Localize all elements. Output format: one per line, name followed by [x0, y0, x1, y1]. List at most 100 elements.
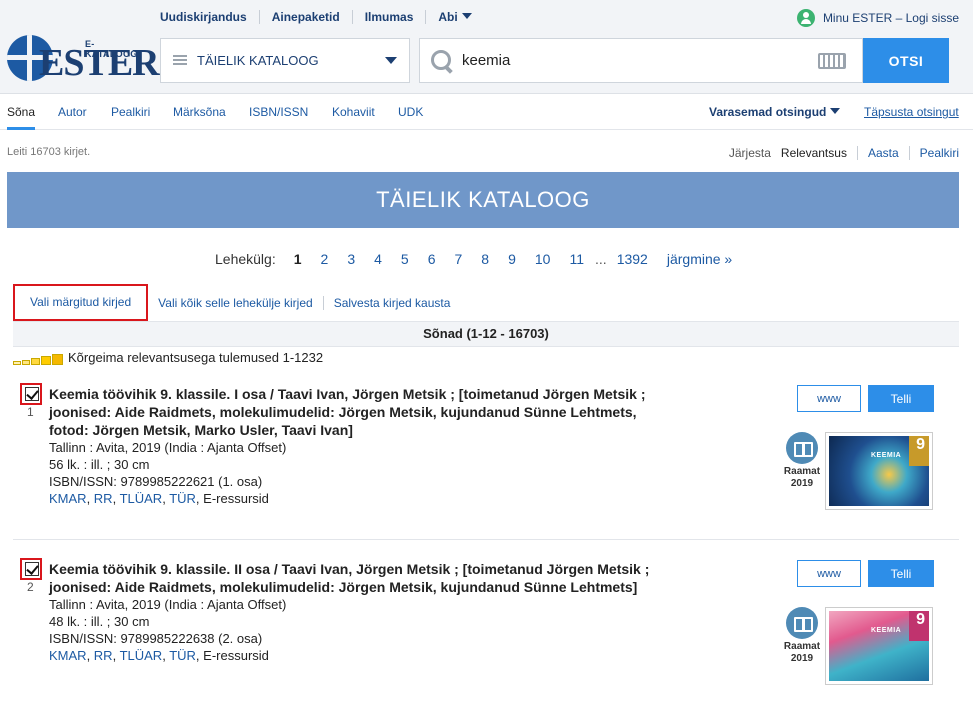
cover-title: KEEMIA: [871, 627, 902, 634]
search-button[interactable]: OTSI: [863, 38, 949, 83]
page-link[interactable]: 2: [321, 251, 329, 267]
page-link-current[interactable]: 1: [294, 251, 302, 267]
relevance-bar-icon: [41, 356, 51, 365]
tab-title[interactable]: Pealkiri: [111, 105, 150, 119]
page-link[interactable]: 8: [481, 251, 489, 267]
result-record: 2 Keemia töövihik 9. klassile. II osa / …: [13, 550, 959, 717]
material-year: 2019: [790, 478, 814, 489]
e-resources-label: E-ressursid: [203, 648, 269, 663]
page-link[interactable]: 11: [569, 251, 584, 267]
catalog-banner: TÄIELIK KATALOOG: [7, 172, 959, 228]
previous-searches-dropdown[interactable]: Varasemad otsingud: [709, 105, 841, 119]
search-box: [419, 38, 863, 83]
page-link[interactable]: 9: [508, 251, 516, 267]
holding-link[interactable]: KMAR: [49, 491, 87, 506]
record-holdings: KMAR, RR, TLÜAR, TÜR, E-ressursid: [49, 491, 269, 506]
holding-link[interactable]: TLÜAR: [120, 491, 163, 506]
record-checkbox[interactable]: [25, 387, 39, 401]
holding-link[interactable]: KMAR: [49, 648, 87, 663]
user-icon: [796, 9, 815, 27]
previous-searches-label: Varasemad otsingud: [709, 105, 827, 119]
relevance-bar-icon: [31, 358, 40, 365]
logo-title: ESTER: [39, 42, 160, 84]
www-button[interactable]: www: [797, 385, 861, 412]
record-checkbox-highlight: [20, 383, 42, 405]
page-link[interactable]: 10: [535, 251, 551, 267]
tab-udc[interactable]: UDK: [398, 105, 423, 119]
sort-year[interactable]: Aasta: [856, 146, 909, 160]
book-cover-image[interactable]: KEEMIA 9: [825, 432, 933, 510]
search-icon: [430, 49, 454, 73]
catalog-select-value: TÄIELIK KATALOOG: [197, 53, 319, 68]
sort-title[interactable]: Pealkiri: [908, 146, 959, 160]
refine-search-link[interactable]: Täpsusta otsingut: [864, 105, 959, 119]
cover-grade: 9: [916, 436, 925, 453]
cover-title: KEEMIA: [871, 452, 902, 459]
nav-subject-packages[interactable]: Ainepaketid: [258, 10, 352, 24]
record-publisher: Tallinn : Avita, 2019 (India : Ajanta Of…: [49, 597, 287, 612]
tab-call-number[interactable]: Kohaviit: [332, 105, 375, 119]
book-cover-image[interactable]: KEEMIA 9: [825, 607, 933, 685]
cover-grade: 9: [916, 611, 925, 628]
save-to-folder-button[interactable]: Salvesta kirjed kausta: [322, 295, 461, 310]
material-type: Raamat 2019: [773, 641, 831, 665]
sort-options: Järjesta Relevantsus Aasta Pealkiri: [729, 146, 959, 160]
result-record: 1 Keemia töövihik 9. klassile. I osa / T…: [13, 375, 959, 540]
record-holdings: KMAR, RR, TLÜAR, TÜR, E-ressursid: [49, 648, 269, 663]
page-link-last[interactable]: 1392: [617, 251, 648, 267]
ester-logo[interactable]: E-KATALOOG ESTER: [7, 35, 160, 85]
holding-link[interactable]: RR: [94, 648, 113, 663]
catalog-select[interactable]: TÄIELIK KATALOOG: [160, 38, 410, 83]
select-marked-button[interactable]: Vali märgitud kirjed: [13, 284, 149, 321]
holding-link[interactable]: RR: [94, 491, 113, 506]
record-extent: 48 lk. : ill. ; 30 cm: [49, 614, 150, 629]
nav-help[interactable]: Abi: [425, 10, 483, 24]
search-type-tabs: Sõna Autor Pealkiri Märksõna ISBN/ISSN K…: [0, 94, 973, 130]
relevance-indicator: Kõrgeima relevantsusega tulemused 1-1232: [13, 350, 323, 365]
page-link[interactable]: 3: [347, 251, 355, 267]
relevance-label: Kõrgeima relevantsusega tulemused 1-1232: [68, 350, 324, 365]
results-group-header: Sõnad (1-12 - 16703): [13, 321, 959, 347]
pager-label: Lehekülg:: [215, 251, 276, 267]
record-isbn: ISBN/ISSN: 9789985222638 (2. osa): [49, 631, 263, 646]
e-resources-label: E-ressursid: [203, 491, 269, 506]
holding-link[interactable]: TLÜAR: [120, 648, 163, 663]
page-link-next[interactable]: järgmine »: [667, 251, 732, 267]
record-number: 2: [27, 580, 34, 594]
tab-word[interactable]: Sõna: [7, 105, 35, 119]
sort-relevance[interactable]: Relevantsus: [781, 146, 857, 160]
pagination: Lehekülg: 1 2 3 4 5 6 7 8 9 10 11 ... 13…: [215, 251, 751, 267]
record-title-link[interactable]: Keemia töövihik 9. klassile. I osa / Taa…: [49, 385, 669, 439]
material-type: Raamat 2019: [773, 466, 831, 490]
pager-ellipsis: ...: [595, 251, 607, 267]
material-type-label: Raamat: [783, 466, 821, 477]
keyboard-icon[interactable]: [818, 52, 846, 69]
order-button[interactable]: Telli: [868, 385, 934, 412]
nav-new-literature[interactable]: Uudiskirjandus: [160, 10, 259, 24]
record-checkbox[interactable]: [25, 562, 39, 576]
search-input[interactable]: [462, 45, 818, 76]
www-button[interactable]: www: [797, 560, 861, 587]
tab-author[interactable]: Autor: [58, 105, 87, 119]
page-link[interactable]: 4: [374, 251, 382, 267]
select-all-button[interactable]: Vali kõik selle lehekülje kirjed: [148, 296, 323, 310]
list-icon: [173, 54, 187, 67]
holding-link[interactable]: TÜR: [169, 491, 196, 506]
record-details: Keemia töövihik 9. klassile. II osa / Ta…: [49, 560, 669, 664]
page-link[interactable]: 7: [455, 251, 463, 267]
material-type-label: Raamat: [783, 641, 821, 652]
record-actions: Vali märgitud kirjed Vali kõik selle leh…: [13, 284, 460, 321]
holding-link[interactable]: TÜR: [169, 648, 196, 663]
tab-subject[interactable]: Märksõna: [173, 105, 226, 119]
page-link[interactable]: 5: [401, 251, 409, 267]
page-link[interactable]: 6: [428, 251, 436, 267]
login-label: Minu ESTER – Logi sisse: [822, 11, 959, 25]
material-year: 2019: [790, 653, 814, 664]
active-tab-indicator: [7, 127, 35, 130]
order-button[interactable]: Telli: [868, 560, 934, 587]
record-isbn: ISBN/ISSN: 9789985222621 (1. osa): [49, 474, 263, 489]
tab-isbn[interactable]: ISBN/ISSN: [249, 105, 308, 119]
nav-forthcoming[interactable]: Ilmumas: [351, 10, 426, 24]
record-title-link[interactable]: Keemia töövihik 9. klassile. II osa / Ta…: [49, 560, 669, 596]
login-link[interactable]: Minu ESTER – Logi sisse: [796, 9, 959, 27]
